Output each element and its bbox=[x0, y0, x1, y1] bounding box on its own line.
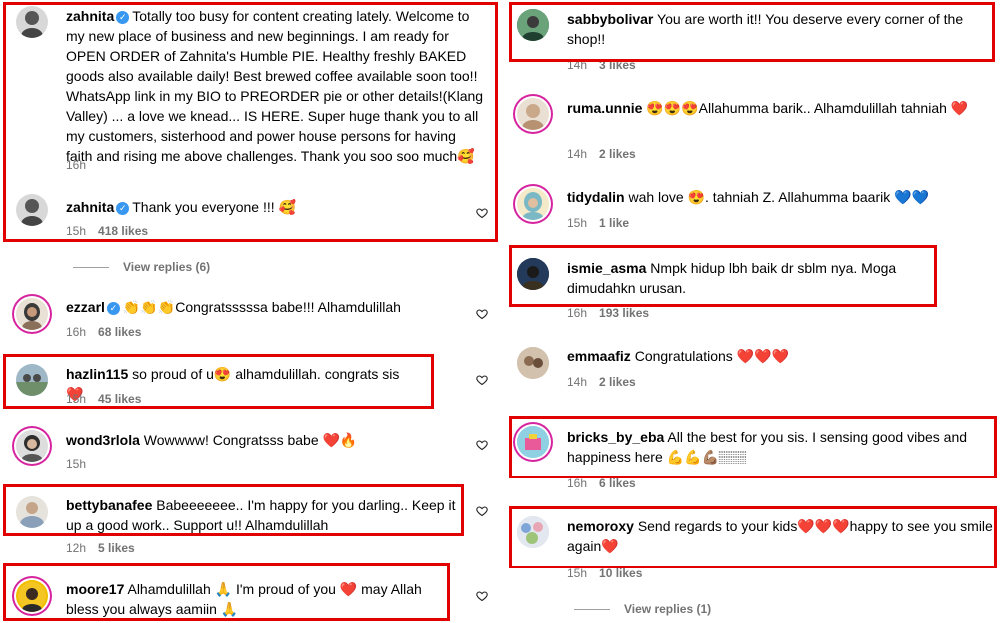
comment-meta: 16h 6 likes bbox=[567, 476, 636, 490]
highlight-box bbox=[3, 354, 434, 409]
comment-meta: 16h 193 likes bbox=[567, 306, 650, 320]
comment-text: wond3rlola Wowwww! Congratsss babe ❤️🔥 bbox=[66, 432, 358, 448]
avatar-emmaafiz[interactable] bbox=[517, 347, 549, 379]
likes-count[interactable]: 1 like bbox=[599, 216, 629, 230]
username[interactable]: tidydalin bbox=[567, 189, 625, 205]
view-replies-button[interactable]: View replies (1) bbox=[574, 602, 711, 616]
comment-text: tidydalin wah love 😍. tahniah Z. Allahum… bbox=[567, 189, 929, 205]
comment-text: ruma.unnie 😍😍😍Allahumma barik.. Alhamdul… bbox=[567, 100, 969, 116]
username[interactable]: emmaafiz bbox=[567, 348, 631, 364]
avatar-ruma-unnie[interactable] bbox=[517, 98, 549, 130]
likes-count[interactable]: 10 likes bbox=[599, 566, 642, 580]
comment-meta: 14h 2 likes bbox=[567, 147, 636, 161]
highlight-box bbox=[3, 2, 498, 242]
highlight-box bbox=[3, 484, 464, 536]
heart-icon[interactable] bbox=[476, 374, 488, 386]
box-occluder bbox=[512, 49, 992, 59]
verified-badge-icon: ✓ bbox=[106, 302, 120, 315]
avatar-ezzarl[interactable] bbox=[16, 298, 48, 330]
highlight-box bbox=[3, 563, 450, 621]
heart-icon[interactable] bbox=[476, 308, 488, 320]
heart-icon[interactable] bbox=[476, 590, 488, 602]
avatar-wond3rlola[interactable] bbox=[16, 430, 48, 462]
likes-count[interactable]: 5 likes bbox=[98, 541, 135, 555]
comment-meta: 16h 68 likes bbox=[66, 325, 142, 339]
heart-icon[interactable] bbox=[476, 505, 488, 517]
likes-count[interactable]: 2 likes bbox=[599, 375, 636, 389]
likes-count[interactable]: 193 likes bbox=[599, 306, 649, 320]
comment-text: emmaafiz Congratulations ❤️❤️❤️ bbox=[567, 348, 789, 364]
comment-text: ezzarl ✓ 👏👏👏Congratsssssa babe!!! Alhamdul… bbox=[66, 299, 401, 315]
avatar-tidydalin[interactable] bbox=[517, 188, 549, 220]
comment-meta: 15h bbox=[66, 457, 87, 471]
comment-meta: 12h 5 likes bbox=[66, 541, 135, 555]
likes-count[interactable]: 68 likes bbox=[98, 325, 141, 339]
box-occluder bbox=[512, 296, 934, 304]
likes-count[interactable]: 6 likes bbox=[599, 476, 636, 490]
box-occluder bbox=[512, 557, 994, 566]
comment-meta: 15h 10 likes bbox=[567, 566, 643, 580]
username[interactable]: ezzarl bbox=[66, 299, 105, 315]
comment-meta: 14h 2 likes bbox=[567, 375, 636, 389]
box-occluder bbox=[512, 468, 994, 476]
username[interactable]: ruma.unnie bbox=[567, 100, 642, 116]
heart-icon[interactable] bbox=[476, 439, 488, 451]
likes-count[interactable]: 2 likes bbox=[599, 147, 636, 161]
comment-meta: 15h 1 like bbox=[567, 216, 630, 230]
view-replies-button[interactable]: View replies (6) bbox=[73, 260, 210, 274]
username[interactable]: wond3rlola bbox=[66, 432, 140, 448]
